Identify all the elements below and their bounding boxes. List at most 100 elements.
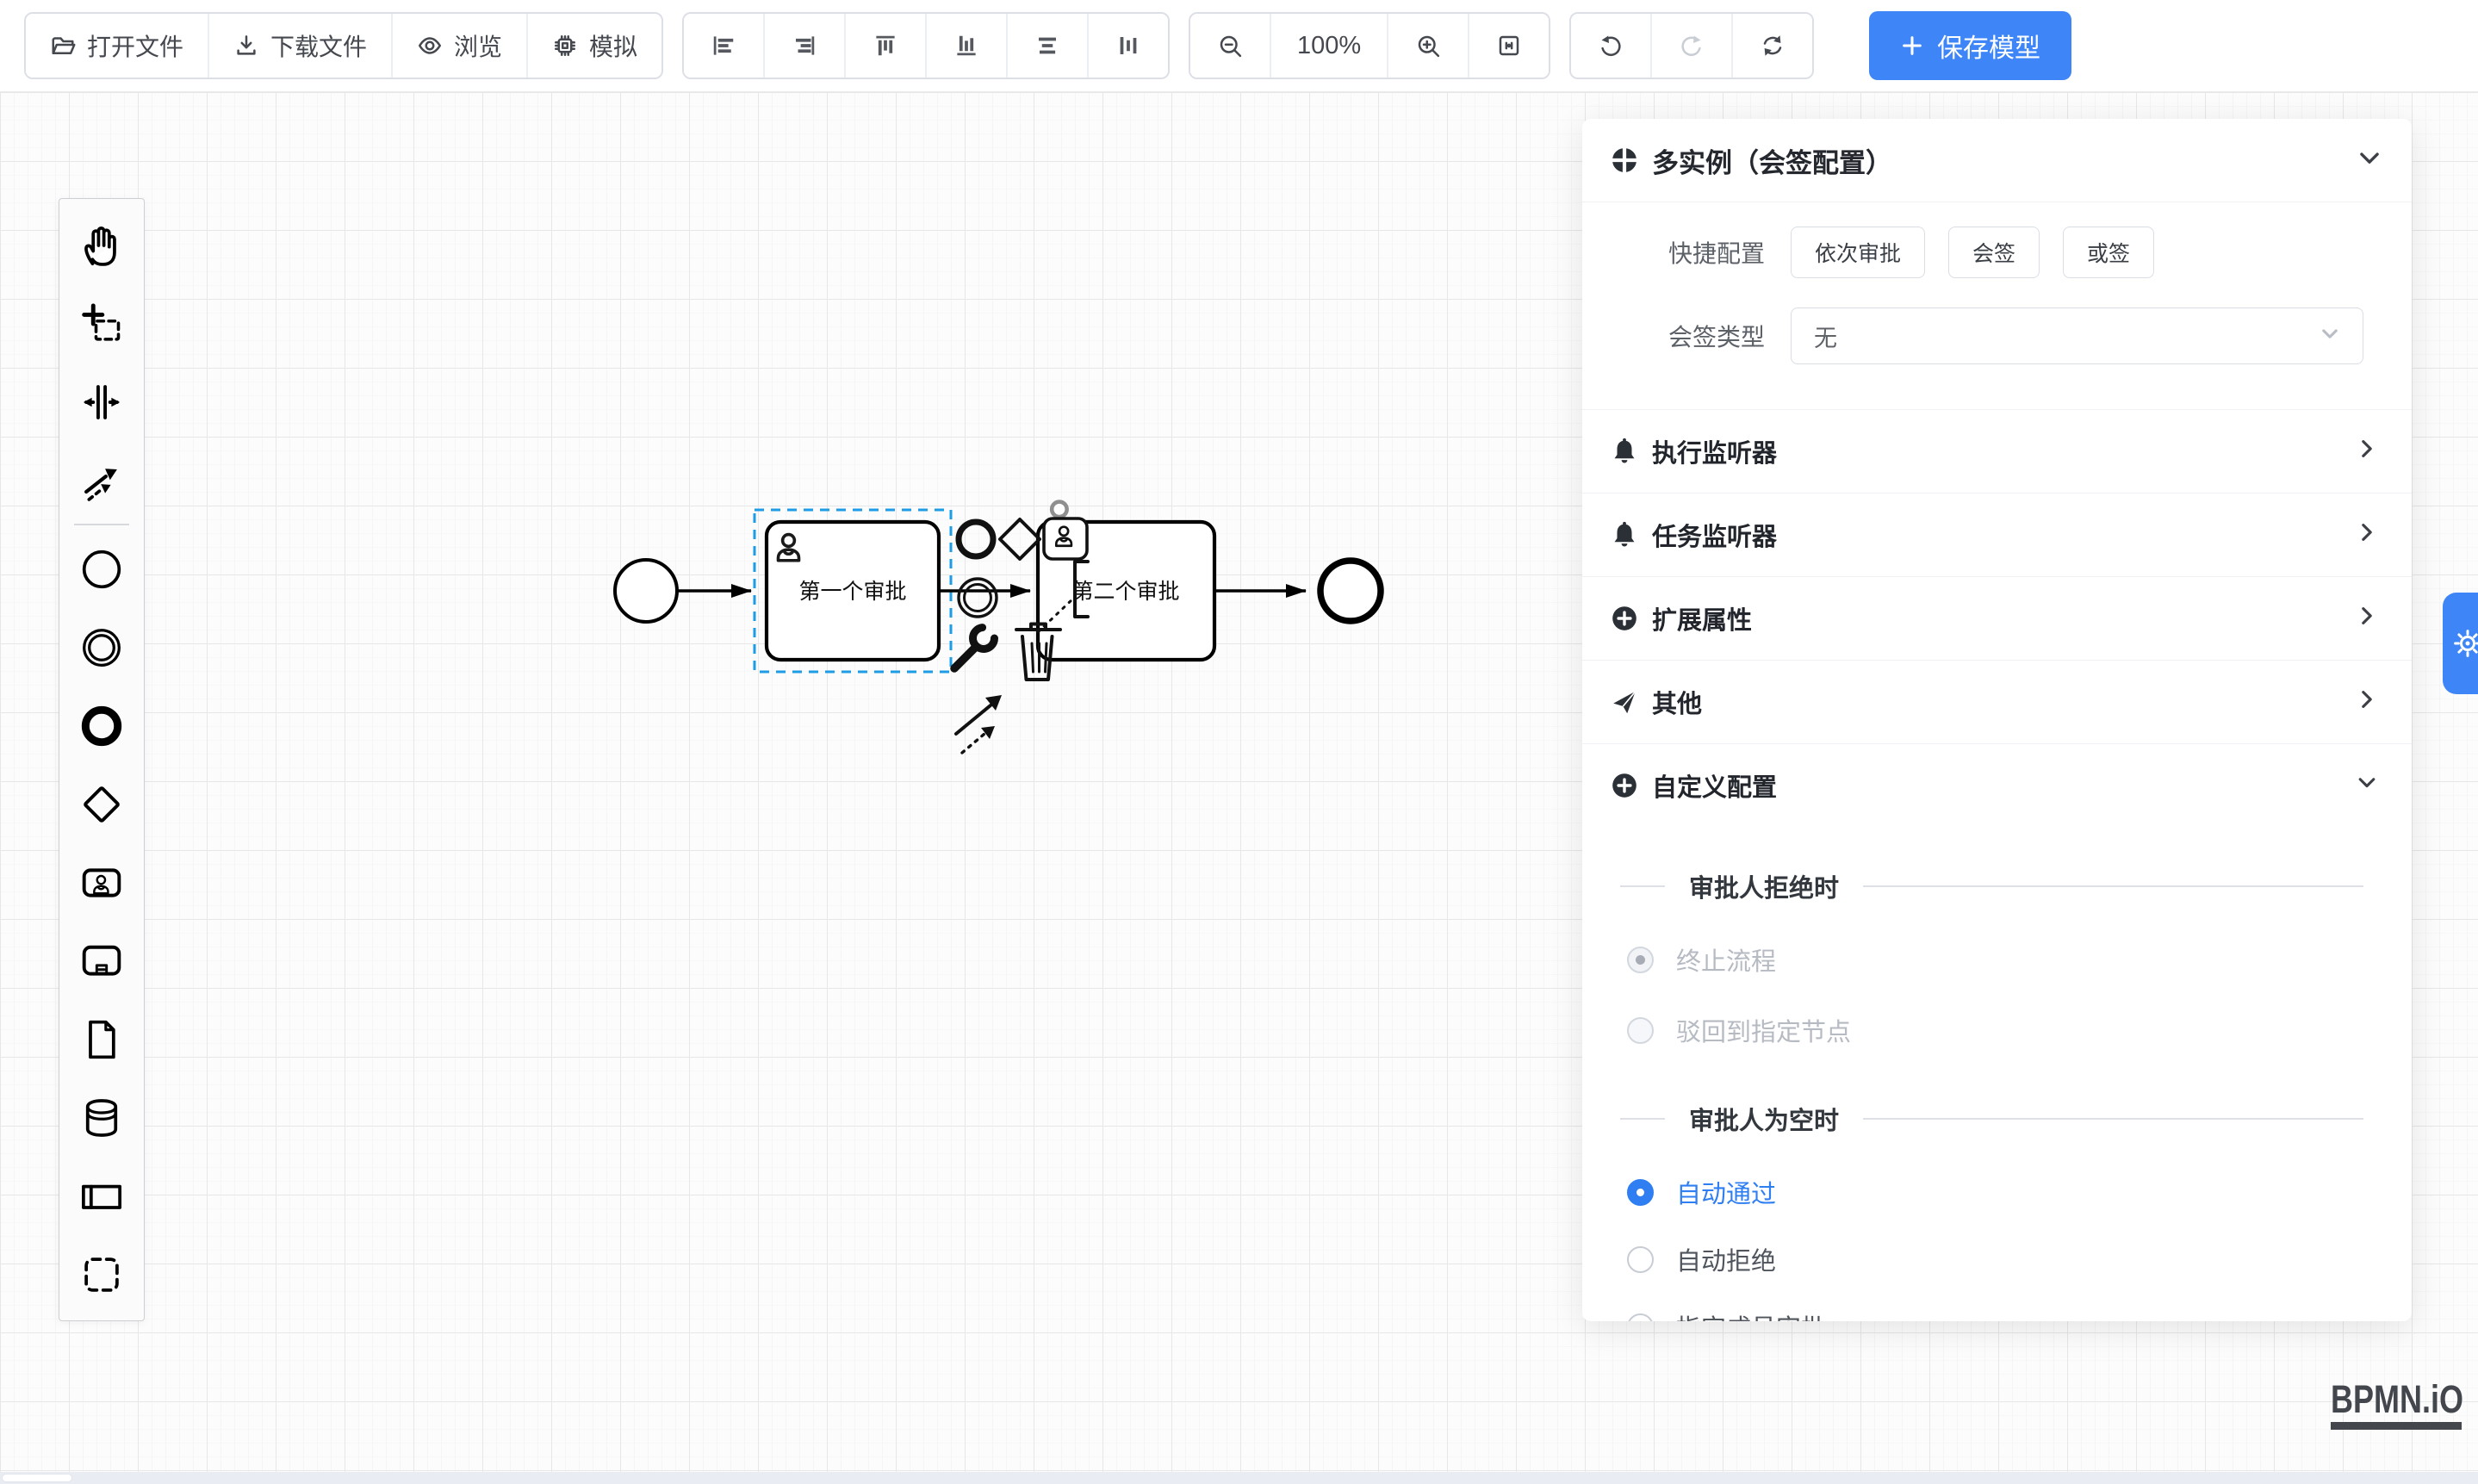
zoom-out-icon [1217, 33, 1243, 59]
start-event-shape[interactable] [615, 560, 677, 622]
history-button-group [1569, 12, 1814, 79]
section-other[interactable]: 其他 [1582, 660, 2412, 743]
end-event-icon [79, 704, 124, 748]
section-execution-listener[interactable]: 执行监听器 [1582, 409, 2412, 493]
preview-button[interactable]: 浏览 [393, 14, 528, 78]
palette [59, 198, 145, 1321]
save-model-button[interactable]: 保存模型 [1869, 11, 2071, 80]
chevron-down-icon [2320, 323, 2340, 350]
append-task-icon[interactable] [1044, 518, 1087, 559]
chevron-down-icon [2357, 772, 2377, 800]
radio-icon [1627, 1246, 1654, 1273]
zoom-in-button[interactable] [1388, 14, 1469, 78]
quick-config-row: 快捷配置 依次审批 会签 或签 [1610, 227, 2363, 278]
palette-data-store[interactable] [59, 1078, 144, 1157]
sign-type-select[interactable]: 无 [1791, 307, 2363, 364]
align-button-group [682, 12, 1170, 79]
chevron-down-icon[interactable] [2358, 145, 2381, 176]
download-icon [233, 33, 259, 59]
zoom-button-group: 100% [1189, 12, 1550, 79]
quick-countersign-button[interactable]: 会签 [1948, 227, 2040, 278]
quick-config-label: 快捷配置 [1610, 235, 1765, 270]
chip-icon [552, 33, 578, 59]
scrollbar-thumb[interactable] [2, 1474, 72, 1482]
data-object-icon [79, 1017, 124, 1062]
panel-title: 多实例（会签配置） [1652, 141, 1892, 180]
fit-viewport-icon [1496, 33, 1522, 59]
section-label: 执行监听器 [1652, 433, 1777, 469]
append-intermediate-event-icon[interactable] [959, 579, 997, 617]
align-right-icon [792, 33, 817, 59]
hand-icon [79, 223, 124, 268]
download-file-button[interactable]: 下载文件 [209, 14, 393, 78]
reset-button[interactable] [1733, 14, 1812, 78]
palette-gateway[interactable] [59, 765, 144, 843]
align-left-button[interactable] [684, 14, 765, 78]
radio-return-to-node: 驳回到指定节点 [1620, 1015, 2363, 1046]
task2-label: 第二个审批 [1071, 580, 1179, 604]
radio-icon [1627, 1313, 1654, 1322]
align-bottom-button[interactable] [927, 14, 1008, 78]
section-custom-config[interactable]: 自定义配置 [1582, 743, 2412, 827]
append-gateway-icon[interactable] [1000, 519, 1040, 559]
panel-header[interactable]: 多实例（会签配置） [1582, 119, 2412, 202]
align-center-button[interactable] [1008, 14, 1089, 78]
chevron-right-icon [2357, 438, 2377, 466]
palette-data-object[interactable] [59, 1000, 144, 1078]
horizontal-scrollbar[interactable] [0, 1472, 2478, 1484]
palette-start-event[interactable] [59, 530, 144, 608]
sign-type-row: 会签类型 无 [1610, 307, 2363, 364]
radio-auto-pass[interactable]: 自动通过 [1620, 1177, 2363, 1208]
align-top-icon [873, 33, 898, 59]
append-end-event-icon[interactable] [959, 522, 993, 556]
open-folder-icon [50, 33, 76, 59]
sign-type-value: 无 [1814, 320, 1837, 353]
participant-pool-icon [79, 1174, 124, 1219]
radio-label: 终止流程 [1676, 941, 1776, 978]
section-extended-properties[interactable]: 扩展属性 [1582, 576, 2412, 660]
section-label: 扩展属性 [1652, 600, 1752, 636]
radio-assign-member[interactable]: 指定成员审批 [1620, 1311, 2363, 1321]
palette-intermediate-event[interactable] [59, 608, 144, 686]
section-label: 自定义配置 [1652, 767, 1777, 804]
simulate-button[interactable]: 模拟 [528, 14, 661, 78]
open-file-label: 打开文件 [87, 28, 183, 63]
palette-global-connect-tool[interactable] [59, 441, 144, 519]
wrench-icon[interactable] [954, 628, 995, 669]
connect-tool-icon[interactable] [956, 695, 1002, 753]
multi-instance-form: 快捷配置 依次审批 会签 或签 会签类型 无 [1582, 202, 2412, 409]
palette-participant[interactable] [59, 1157, 144, 1235]
redo-icon [1679, 33, 1705, 59]
fit-viewport-button[interactable] [1469, 14, 1549, 78]
palette-subprocess[interactable] [59, 922, 144, 1000]
file-button-group: 打开文件 下载文件 浏览 模拟 [24, 12, 663, 79]
palette-group[interactable] [59, 1235, 144, 1313]
open-file-button[interactable]: 打开文件 [26, 14, 209, 78]
palette-end-event[interactable] [59, 686, 144, 765]
chevron-right-icon [2357, 605, 2377, 633]
simulate-label: 模拟 [589, 28, 637, 63]
zoom-out-button[interactable] [1190, 14, 1271, 78]
zoom-in-icon [1415, 33, 1441, 59]
settings-tab[interactable] [2443, 593, 2478, 694]
section-task-listener[interactable]: 任务监听器 [1582, 493, 2412, 576]
palette-lasso-tool[interactable] [59, 284, 144, 363]
end-event-shape[interactable] [1320, 561, 1381, 621]
radio-icon [1627, 1179, 1654, 1206]
plus-circle-icon [1610, 771, 1639, 800]
palette-space-tool[interactable] [59, 363, 144, 441]
undo-icon [1598, 33, 1624, 59]
align-top-button[interactable] [846, 14, 927, 78]
redo-button[interactable] [1652, 14, 1733, 78]
undo-button[interactable] [1571, 14, 1652, 78]
quick-sequential-button[interactable]: 依次审批 [1791, 227, 1925, 278]
palette-hand-tool[interactable] [59, 206, 144, 284]
quick-orsign-button[interactable]: 或签 [2063, 227, 2154, 278]
palette-separator [74, 524, 129, 525]
align-bottom-icon [953, 33, 979, 59]
radio-auto-reject[interactable]: 自动拒绝 [1620, 1244, 2363, 1275]
align-right-button[interactable] [765, 14, 846, 78]
user-task-1[interactable]: 第一个审批 [767, 522, 939, 660]
palette-user-task[interactable] [59, 843, 144, 922]
align-middle-button[interactable] [1089, 14, 1168, 78]
